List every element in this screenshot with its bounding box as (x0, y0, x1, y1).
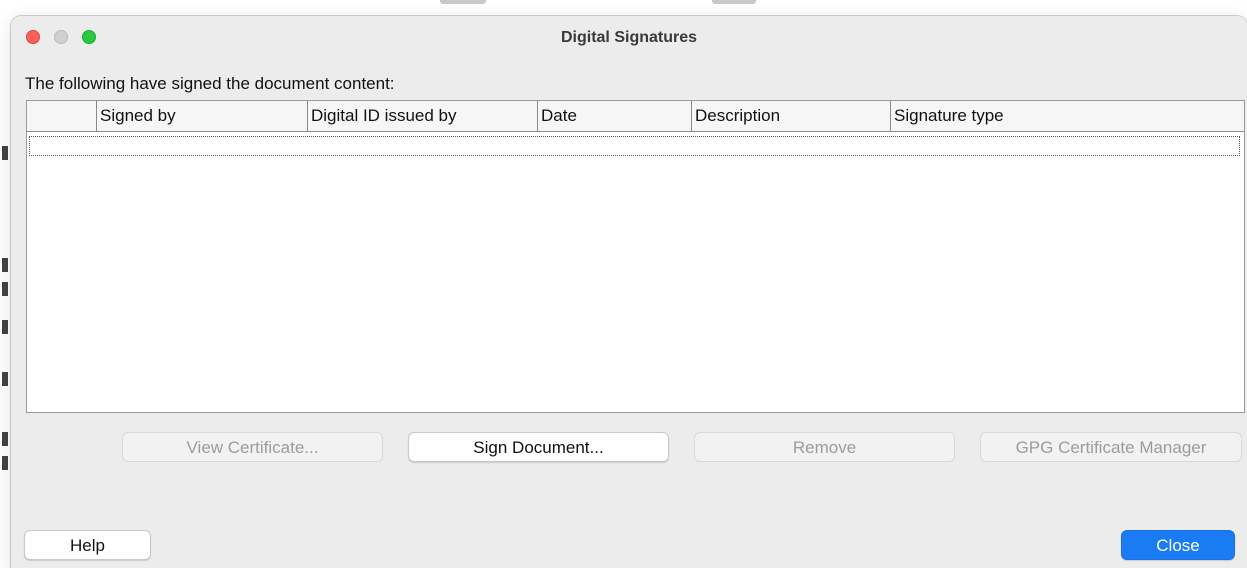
table-focus-row[interactable] (29, 136, 1240, 156)
remove-button[interactable]: Remove (694, 432, 955, 462)
background-text-fragment (2, 320, 8, 334)
signed-by-intro-text: The following have signed the document c… (25, 74, 395, 93)
gpg-certificate-manager-button[interactable]: GPG Certificate Manager (980, 432, 1242, 462)
background-text-fragment (2, 282, 8, 296)
sign-document-button[interactable]: Sign Document... (408, 432, 669, 462)
background-tab (440, 0, 486, 4)
column-header-status[interactable] (27, 101, 96, 131)
title-bar: Digital Signatures (11, 16, 1247, 62)
column-header-description[interactable]: Description (691, 101, 890, 131)
help-button[interactable]: Help (24, 530, 151, 560)
column-header-signed-by[interactable]: Signed by (96, 101, 307, 131)
column-header-date[interactable]: Date (537, 101, 691, 131)
dialog-title: Digital Signatures (560, 29, 698, 46)
background-text-fragment (2, 456, 8, 470)
background-text-fragment (2, 146, 8, 160)
close-button[interactable]: Close (1121, 530, 1235, 560)
table-header: Signed by Digital ID issued by Date Desc… (27, 101, 1244, 132)
view-certificate-button[interactable]: View Certificate... (122, 432, 383, 462)
background-tab (712, 0, 756, 4)
background-text-fragment (2, 372, 8, 386)
column-header-signature-type[interactable]: Signature type (890, 101, 1244, 131)
background-text-fragment (2, 258, 8, 272)
signatures-table[interactable]: Signed by Digital ID issued by Date Desc… (26, 100, 1245, 413)
digital-signatures-dialog: Digital Signatures The following have si… (11, 16, 1247, 568)
background-text-fragment (2, 432, 8, 446)
column-header-digital-id-issued-by[interactable]: Digital ID issued by (307, 101, 537, 131)
